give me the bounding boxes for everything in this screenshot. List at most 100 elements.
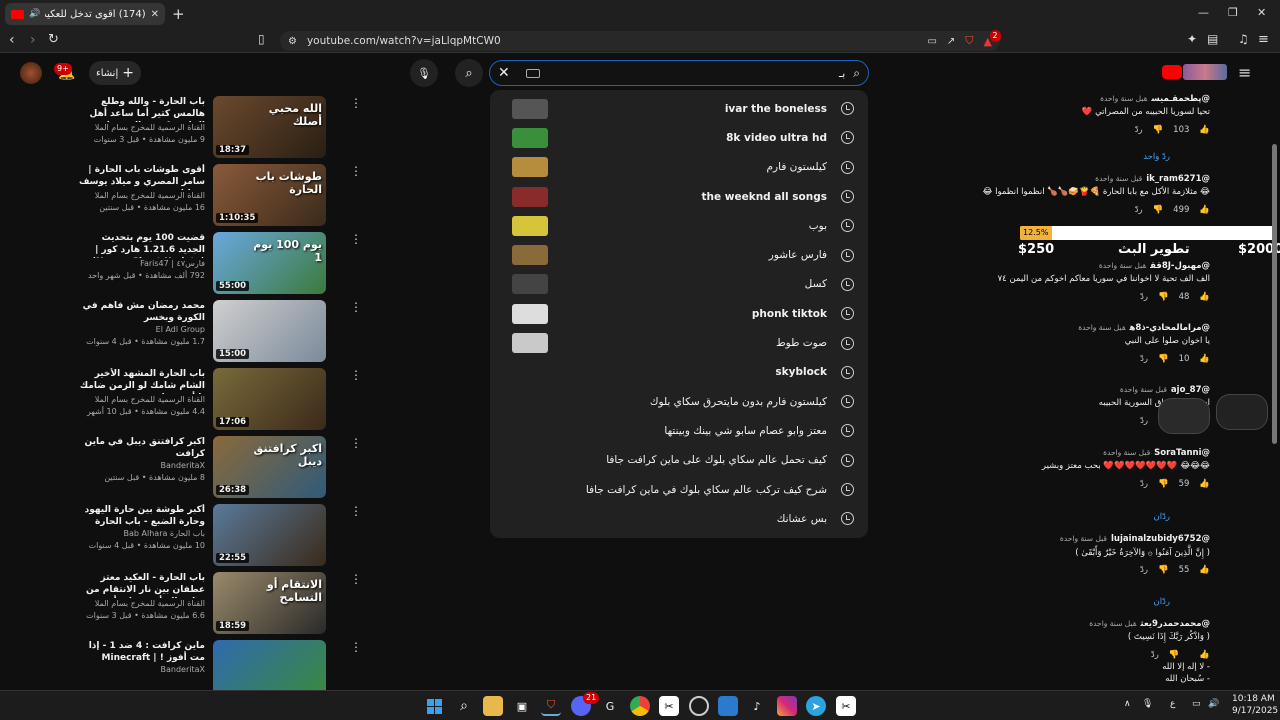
search-suggestion[interactable]: بس عشانك [490, 504, 868, 533]
search-suggestion[interactable]: كيف تحمل عالم سكاي بلوك على ماين كرافت ج… [490, 446, 868, 475]
store-icon[interactable]: ▣ [512, 696, 532, 716]
file-explorer-icon[interactable] [483, 696, 503, 716]
back-arrow-icon[interactable]: ‹ [9, 32, 15, 48]
video-item[interactable]: الانتقام أو التسامح 18:59 باب الحارة - الع… [0, 568, 370, 634]
capcut-2-icon[interactable]: ✂ [836, 696, 856, 716]
video-channel[interactable]: القناة الرسمية للمخرج بسام الملا [75, 190, 205, 202]
reply-button[interactable]: ردّ [1140, 416, 1148, 426]
video-thumbnail[interactable]: 17:06 [213, 368, 326, 430]
comment-author[interactable]: @SoraTanni [1154, 448, 1210, 458]
video-item[interactable]: طوشات باب الحارة 1:10:35 أقوى طوشات باب ال… [0, 160, 370, 226]
video-more-options-icon[interactable]: ⋮ [350, 232, 362, 246]
view-replies-button[interactable]: ردّان [1154, 597, 1171, 607]
extensions-icon[interactable]: ✦ [1187, 32, 1197, 46]
search-inline-icon[interactable]: ⌕ [853, 66, 860, 81]
window-maximize-button[interactable]: ❐ [1228, 6, 1238, 19]
comment-author[interactable]: @پطحمقـمیس [1151, 94, 1210, 104]
comment-author[interactable]: @مرامالمحادي-ذ8ه [1130, 323, 1211, 333]
video-more-options-icon[interactable]: ⋮ [350, 436, 362, 450]
search-button[interactable]: ⌕ [455, 59, 483, 87]
clock-date[interactable]: 9/17/2025 [1232, 706, 1278, 716]
comment-time[interactable]: قبل سنة واحدة [1099, 261, 1146, 270]
clear-search-icon[interactable]: ✕ [498, 65, 510, 81]
video-more-options-icon[interactable]: ⋮ [350, 164, 362, 178]
search-suggestion[interactable]: كيلستون فارم [490, 153, 868, 182]
reply-button[interactable]: ردّ [1140, 565, 1148, 575]
like-icon[interactable]: 👍 [1199, 479, 1210, 489]
comment-author[interactable]: @ik_ram6271 [1146, 174, 1210, 184]
comment-time[interactable]: قبل سنة واحدة [1089, 619, 1136, 628]
keyboard-icon[interactable] [525, 68, 540, 78]
search-suggestion[interactable]: كسل [490, 270, 868, 299]
comment-time[interactable]: قبل سنة واحدة [1060, 534, 1107, 543]
app-g-icon[interactable]: G [600, 696, 620, 716]
comment-author[interactable]: @محمدحمدر9يعث [1140, 619, 1210, 629]
video-title[interactable]: باب الحارة المشهد الأخير الشام شامك لو ا… [75, 368, 205, 394]
video-title[interactable]: ماين كرافت : 4 ضد 1 - إذا مت أفوز ! | Mi… [75, 640, 205, 664]
brave-rewards-icon[interactable]: ▲ 2 [984, 29, 1001, 48]
browser-menu-icon[interactable]: ≡ [1258, 32, 1269, 47]
site-info-icon[interactable]: ⚙ [288, 36, 297, 47]
cast-icon[interactable]: ▭ [927, 36, 936, 47]
search-suggestion[interactable]: صوت طوط [490, 328, 868, 357]
share-icon[interactable]: ↗ [947, 36, 955, 47]
dislike-icon[interactable]: 👎 [1158, 479, 1169, 489]
video-thumbnail[interactable]: الله محبي أصلك 18:37 [213, 96, 326, 158]
forward-arrow-icon[interactable]: › [30, 32, 36, 48]
page-scrollbar[interactable] [1272, 144, 1277, 444]
window-minimize-button[interactable]: — [1198, 6, 1209, 19]
reply-button[interactable]: ردّ [1135, 125, 1143, 135]
video-item[interactable]: اكبر كرافتنق ديبل 26:38 اكبر كرافتنق ديبل … [0, 432, 370, 498]
clock-time[interactable]: 10:18 AM [1232, 694, 1275, 704]
video-channel[interactable]: فارس٤٧ | Faris47 [75, 258, 205, 270]
video-thumbnail[interactable]: يوم 100 يوم 1 55:00 [213, 232, 326, 294]
account-avatar[interactable] [20, 62, 42, 84]
tray-chevron-icon[interactable]: ∧ [1124, 699, 1131, 709]
network-icon[interactable]: ▭ [1192, 699, 1201, 709]
dislike-icon[interactable]: 👎 [1153, 125, 1164, 135]
audio-playing-icon[interactable]: 🔊 [29, 9, 40, 19]
video-more-options-icon[interactable]: ⋮ [350, 640, 362, 654]
video-more-options-icon[interactable]: ⋮ [350, 504, 362, 518]
voice-search-button[interactable]: 🎙 [410, 59, 438, 87]
guide-menu-icon[interactable]: ≡ [1238, 63, 1251, 82]
video-thumbnail[interactable]: 15:00 [213, 300, 326, 362]
view-replies-button[interactable]: ردّ واحد [1143, 152, 1170, 162]
youtube-logo[interactable] [1162, 65, 1182, 79]
search-suggestion[interactable]: كيلستون فارم بدون مايتحرق سكاي بلوك [490, 387, 868, 416]
create-button[interactable]: إنشاء + [89, 61, 141, 85]
like-icon[interactable]: 👍 [1199, 205, 1210, 215]
start-button[interactable] [424, 696, 444, 716]
app-blue-icon[interactable] [718, 696, 738, 716]
comment-time[interactable]: قبل سنة واحدة [1078, 323, 1125, 332]
video-item[interactable]: 22:55 أكبر طوشة بين حارة اليهود وحارة الض… [0, 500, 370, 566]
dislike-icon[interactable]: 👎 [1153, 205, 1164, 215]
chrome-icon[interactable] [630, 696, 650, 716]
like-icon[interactable]: 👍 [1199, 125, 1210, 135]
obs-icon[interactable] [689, 696, 709, 716]
search-suggestion[interactable]: معتز وابو عصام سابو شي بينك وبينتها [490, 416, 868, 445]
like-icon[interactable]: 👍 [1199, 650, 1210, 660]
video-title[interactable]: اكبر كرافتنق ديبل في ماين كرافت [75, 436, 205, 460]
video-title[interactable]: أقوى طوشات باب الحارة | سامر المصري و مي… [75, 164, 205, 190]
tab-close-icon[interactable]: ✕ [151, 9, 159, 20]
search-box[interactable]: ✕ بـ ⌕ [489, 60, 869, 86]
window-close-button[interactable]: ✕ [1257, 6, 1266, 19]
url-text[interactable]: youtube.com/watch?v=jaLlqpMtCW0 [307, 35, 917, 47]
video-item[interactable]: يوم 100 يوم 1 55:00 قضيت 100 يوم بتحديث ال… [0, 228, 370, 294]
search-suggestion[interactable]: شرح كيف تركب عالم سكاي بلوك في ماين كراف… [490, 475, 868, 504]
video-channel[interactable]: القناة الرسمية للمخرج بسام الملا [75, 122, 205, 134]
reload-icon[interactable]: ↻ [48, 32, 59, 47]
comment-time[interactable]: قبل سنة واحدة [1100, 94, 1147, 103]
taskbar-search-icon[interactable]: ⌕ [454, 696, 474, 716]
dislike-icon[interactable]: 👎 [1169, 650, 1180, 660]
video-title[interactable]: محمد رمضان مش فاهم في الكورة وبخسر [75, 300, 205, 324]
brave-shield-icon[interactable]: ⛉ [965, 34, 973, 48]
dislike-icon[interactable]: 👎 [1158, 292, 1169, 302]
video-title[interactable]: باب الحارة - والله وطلع هالمس كتير أما س… [75, 96, 205, 122]
video-more-options-icon[interactable]: ⋮ [350, 300, 362, 314]
video-channel[interactable]: القناة الرسمية للمخرج بسام الملا [75, 598, 205, 610]
view-replies-button[interactable]: ردّان [1154, 512, 1171, 522]
video-title[interactable]: أكبر طوشة بين حارة اليهود وحارة الضبع - … [75, 504, 205, 528]
search-suggestion[interactable]: phonk tiktok [490, 299, 868, 328]
